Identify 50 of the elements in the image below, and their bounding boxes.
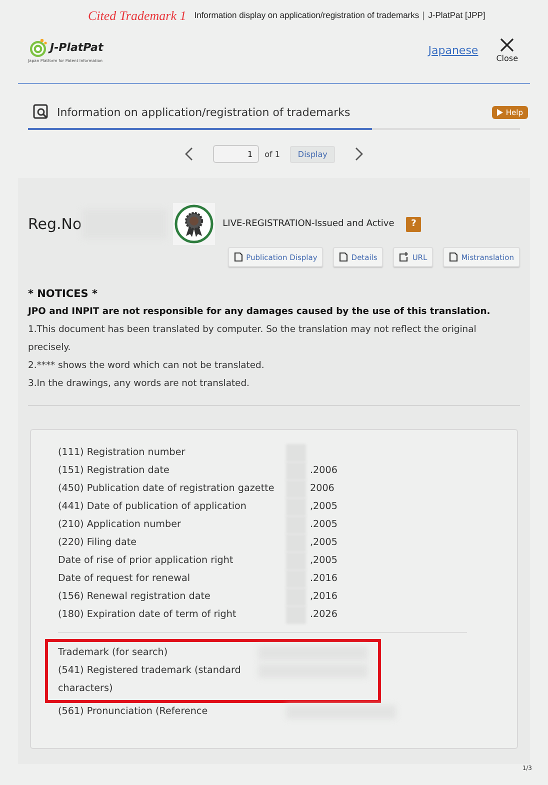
close-icon	[500, 38, 514, 52]
field-value: .2016	[310, 573, 338, 584]
field-label: (220) Filing date	[58, 536, 138, 550]
field-label: (441) Date of publication of application	[58, 500, 248, 514]
field-label: (541) Registered trademark (standard characters)	[58, 664, 242, 696]
help-icon-button[interactable]: ?	[406, 216, 422, 232]
page-title: Information display on application/registration of trademarks｜J-PlatPat [JPP]	[194, 10, 486, 22]
field-label: (561) Pronunciation (Reference	[58, 705, 209, 719]
chevron-right-icon	[355, 147, 364, 161]
field-value: ,2005	[310, 501, 338, 512]
annotation-title: Cited Trademark 1	[88, 8, 186, 24]
add-link-icon	[399, 252, 410, 262]
search-icon	[33, 104, 49, 120]
language-link[interactable]: Japanese	[428, 44, 478, 56]
field-label: (111) Registration number	[58, 446, 186, 460]
document-icon	[234, 252, 244, 262]
ribbon-badge-icon	[172, 203, 215, 245]
notice-item: 2.**** shows the word which can not be translated.	[28, 359, 266, 373]
field-label: (450) Publication date of registration gazette	[58, 482, 276, 496]
field-value: .2026	[310, 609, 338, 620]
notices-title: * NOTICES *	[28, 287, 99, 302]
field-value: ,2005	[310, 555, 338, 566]
field-value: .2006	[310, 465, 338, 476]
notice-item: 1.This document has been translated by computer. So the translation may not reflect the original precisely.	[28, 323, 478, 355]
close-button[interactable]: Close	[496, 38, 518, 62]
play-icon	[496, 108, 503, 116]
field-label: (156) Renewal registration date	[58, 590, 212, 604]
page-input[interactable]: 1	[212, 145, 259, 163]
notice-item: 3.In the drawings, any words are not translated.	[28, 377, 250, 391]
section-title: Information on application/registration of trademarks	[57, 106, 352, 118]
field-label: (151) Registration date	[58, 464, 170, 478]
reg-number-label: Reg.No	[28, 215, 82, 233]
disclaimer-text: JPO and INPIT are not responsible for any damages caused by the use of this translation.	[28, 305, 492, 319]
display-button[interactable]: Display	[290, 146, 336, 162]
document-icon	[339, 252, 348, 262]
field-value: .2005	[310, 519, 338, 530]
field-value: ,2005	[310, 537, 338, 548]
field-label: (180) Expiration date of term of right	[58, 608, 238, 622]
field-label: (210) Application number	[58, 518, 182, 532]
field-value: 2006	[310, 483, 334, 494]
field-label: Date of request for renewal	[58, 572, 192, 586]
status-text: LIVE-REGISTRATION-Issued and Active	[222, 219, 394, 229]
logo-icon	[28, 38, 48, 58]
document-icon	[449, 252, 458, 262]
logo-text: J-PlatPat	[50, 41, 104, 54]
field-label: Date of rise of prior application right	[58, 554, 234, 568]
chevron-left-icon	[184, 147, 193, 161]
field-label: Trademark (for search)	[58, 646, 169, 660]
field-value: ,2016	[310, 591, 338, 602]
page-count: of 1	[264, 150, 280, 158]
